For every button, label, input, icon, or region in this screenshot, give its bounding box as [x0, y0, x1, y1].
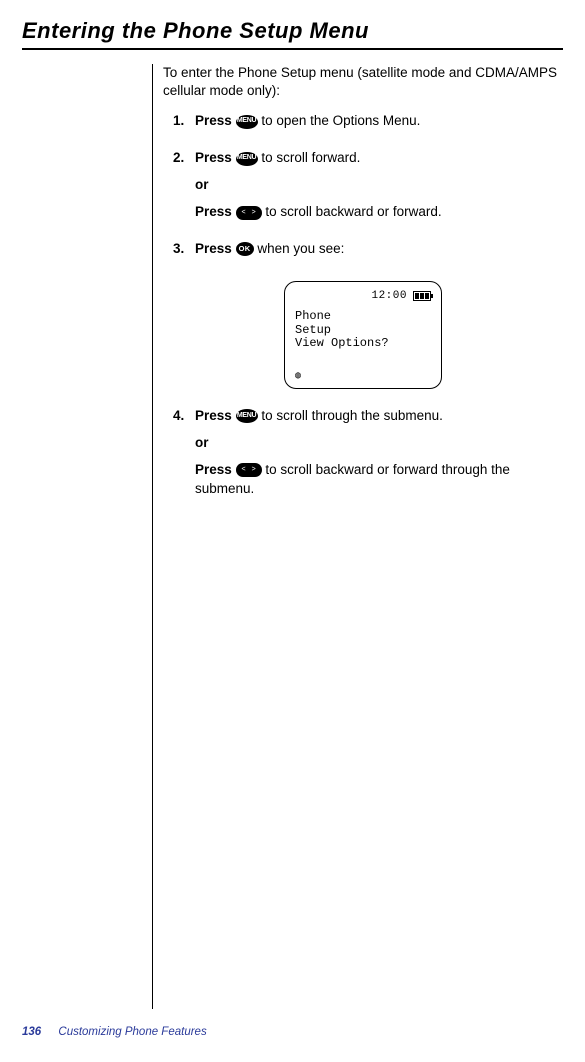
step-text: to scroll backward or forward. [265, 204, 441, 219]
step-text: to scroll forward. [261, 150, 360, 165]
step-number: 4. [173, 407, 195, 507]
press-label: Press [195, 462, 232, 477]
screen-line-3: View Options? [295, 337, 431, 351]
phone-screen: 12:00 Phone Setup View Options? ◍ [284, 281, 442, 389]
page-number: 136 [22, 1026, 41, 1038]
step-2: 2. Press MENU to scroll forward. or Pres… [163, 149, 563, 230]
press-label: Press [195, 113, 232, 128]
screen-time: 12:00 [371, 290, 407, 302]
scroll-key-icon [236, 463, 262, 477]
step-text: when you see: [257, 241, 344, 256]
content-area: To enter the Phone Setup menu (satellite… [152, 64, 563, 1009]
press-label: Press [195, 204, 232, 219]
or-label: or [195, 434, 563, 453]
signal-icon: ◍ [295, 370, 301, 382]
press-label: Press [195, 150, 232, 165]
step-text: to scroll through the submenu. [261, 408, 443, 423]
chapter-title: Customizing Phone Features [58, 1026, 206, 1038]
menu-key-icon: MENU [236, 409, 258, 423]
step-number: 2. [173, 149, 195, 230]
step-4: 4. Press MENU to scroll through the subm… [163, 407, 563, 507]
step-number: 3. [173, 240, 195, 267]
step-number: 1. [173, 112, 195, 139]
scroll-key-icon [236, 206, 262, 220]
step-1: 1. Press MENU to open the Options Menu. [163, 112, 563, 139]
step-3: 3. Press OK when you see: [163, 240, 563, 267]
or-label: or [195, 176, 563, 195]
step-text: to open the Options Menu. [261, 113, 420, 128]
press-label: Press [195, 408, 232, 423]
ok-key-icon: OK [236, 242, 254, 256]
page-footer: 136 Customizing Phone Features [22, 1026, 207, 1038]
section-heading: Entering the Phone Setup Menu [22, 18, 563, 50]
intro-text: To enter the Phone Setup menu (satellite… [163, 64, 563, 100]
menu-key-icon: MENU [236, 152, 258, 166]
screen-line-2: Setup [295, 324, 431, 338]
screen-line-1: Phone [295, 310, 431, 324]
menu-key-icon: MENU [236, 115, 258, 129]
press-label: Press [195, 241, 232, 256]
battery-icon [413, 291, 431, 301]
